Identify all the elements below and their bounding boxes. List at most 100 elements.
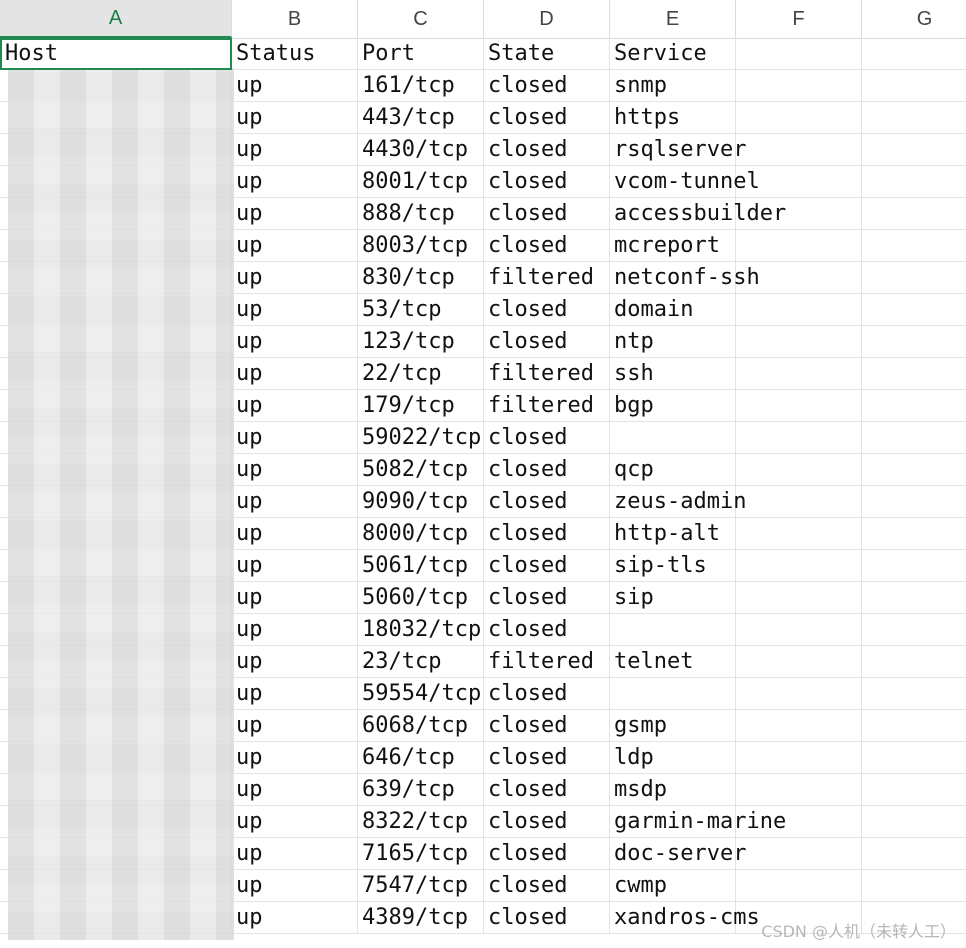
port-cell[interactable]: 59554/tcp [358, 678, 484, 710]
empty-cell[interactable] [862, 774, 966, 806]
port-cell[interactable]: 123/tcp [358, 326, 484, 358]
service-cell[interactable]: vcom-tunnel [610, 166, 760, 198]
status-cell[interactable]: up [232, 902, 358, 934]
service-cell[interactable]: https [610, 102, 736, 134]
state-cell[interactable]: closed [484, 710, 610, 742]
empty-cell[interactable] [736, 774, 862, 806]
port-cell[interactable]: 59022/tcp [358, 422, 484, 454]
host-header-cell[interactable]: Host [0, 38, 232, 70]
port-cell[interactable]: 8322/tcp [358, 806, 484, 838]
status-cell[interactable]: up [232, 70, 358, 102]
empty-cell[interactable] [736, 102, 862, 134]
state-cell[interactable]: closed [484, 550, 610, 582]
port-cell[interactable]: 9090/tcp [358, 486, 484, 518]
service-cell[interactable] [610, 678, 736, 710]
status-cell[interactable]: up [232, 646, 358, 678]
empty-cell[interactable] [862, 38, 966, 70]
empty-cell[interactable] [736, 582, 862, 614]
service-cell[interactable]: http-alt [610, 518, 736, 550]
empty-cell[interactable] [862, 742, 966, 774]
port-cell[interactable]: 5082/tcp [358, 454, 484, 486]
empty-cell[interactable] [862, 134, 966, 166]
empty-cell[interactable] [862, 870, 966, 902]
service-cell[interactable]: mcreport [610, 230, 736, 262]
state-cell[interactable]: filtered [484, 390, 610, 422]
service-cell[interactable]: ssh [610, 358, 736, 390]
service-cell[interactable]: ntp [610, 326, 736, 358]
service-cell[interactable]: domain [610, 294, 736, 326]
state-cell[interactable]: closed [484, 102, 610, 134]
empty-cell[interactable] [862, 838, 966, 870]
empty-cell[interactable] [736, 230, 862, 262]
status-cell[interactable]: up [232, 102, 358, 134]
state-cell[interactable]: closed [484, 678, 610, 710]
empty-cell[interactable] [736, 134, 862, 166]
empty-cell[interactable] [862, 614, 966, 646]
port-cell[interactable]: 639/tcp [358, 774, 484, 806]
empty-cell[interactable] [736, 550, 862, 582]
state-cell[interactable]: closed [484, 422, 610, 454]
state-cell[interactable]: closed [484, 70, 610, 102]
state-cell[interactable]: closed [484, 326, 610, 358]
empty-cell[interactable] [862, 454, 966, 486]
service-cell[interactable]: msdp [610, 774, 736, 806]
service-cell[interactable]: bgp [610, 390, 736, 422]
status-cell[interactable]: up [232, 198, 358, 230]
status-cell[interactable]: up [232, 166, 358, 198]
status-cell[interactable]: up [232, 454, 358, 486]
state-cell[interactable]: closed [484, 806, 610, 838]
state-cell[interactable]: closed [484, 614, 610, 646]
status-cell[interactable]: up [232, 262, 358, 294]
state-cell[interactable]: filtered [484, 646, 610, 678]
state-cell[interactable]: closed [484, 486, 610, 518]
empty-cell[interactable] [862, 678, 966, 710]
port-cell[interactable]: 5060/tcp [358, 582, 484, 614]
service-cell[interactable]: garmin-marine [610, 806, 786, 838]
empty-cell[interactable] [736, 390, 862, 422]
port-cell[interactable]: 8000/tcp [358, 518, 484, 550]
status-cell[interactable]: up [232, 326, 358, 358]
empty-cell[interactable] [736, 326, 862, 358]
port-cell[interactable]: 443/tcp [358, 102, 484, 134]
state-cell[interactable]: closed [484, 582, 610, 614]
state-cell[interactable]: closed [484, 198, 610, 230]
empty-cell[interactable] [862, 358, 966, 390]
service-cell[interactable]: gsmp [610, 710, 736, 742]
empty-cell[interactable] [736, 262, 862, 294]
empty-cell[interactable] [862, 390, 966, 422]
port-cell[interactable]: 8003/tcp [358, 230, 484, 262]
status-cell[interactable]: up [232, 582, 358, 614]
service-header-cell[interactable]: Service [610, 38, 736, 70]
empty-cell[interactable] [862, 806, 966, 838]
empty-cell[interactable] [862, 486, 966, 518]
port-cell[interactable]: 23/tcp [358, 646, 484, 678]
port-cell[interactable]: 179/tcp [358, 390, 484, 422]
empty-cell[interactable] [736, 358, 862, 390]
empty-cell[interactable] [862, 230, 966, 262]
service-cell[interactable]: cwmp [610, 870, 736, 902]
status-cell[interactable]: up [232, 486, 358, 518]
empty-cell[interactable] [736, 710, 862, 742]
status-cell[interactable]: up [232, 678, 358, 710]
status-cell[interactable]: up [232, 518, 358, 550]
service-cell[interactable] [610, 614, 736, 646]
empty-cell[interactable] [736, 166, 862, 198]
column-header-c[interactable]: C [358, 0, 484, 38]
port-cell[interactable]: 4389/tcp [358, 902, 484, 934]
status-cell[interactable]: up [232, 294, 358, 326]
service-cell[interactable]: xandros-cms [610, 902, 760, 934]
empty-cell[interactable] [862, 422, 966, 454]
state-cell[interactable]: filtered [484, 262, 610, 294]
empty-cell[interactable] [736, 838, 862, 870]
port-cell[interactable]: 53/tcp [358, 294, 484, 326]
column-header-a[interactable]: A [0, 0, 232, 38]
state-cell[interactable]: closed [484, 870, 610, 902]
status-cell[interactable]: up [232, 870, 358, 902]
empty-cell[interactable] [736, 870, 862, 902]
port-cell[interactable]: 646/tcp [358, 742, 484, 774]
empty-cell[interactable] [862, 102, 966, 134]
empty-cell[interactable] [736, 614, 862, 646]
state-cell[interactable]: closed [484, 230, 610, 262]
state-cell[interactable]: closed [484, 742, 610, 774]
port-cell[interactable]: 7547/tcp [358, 870, 484, 902]
